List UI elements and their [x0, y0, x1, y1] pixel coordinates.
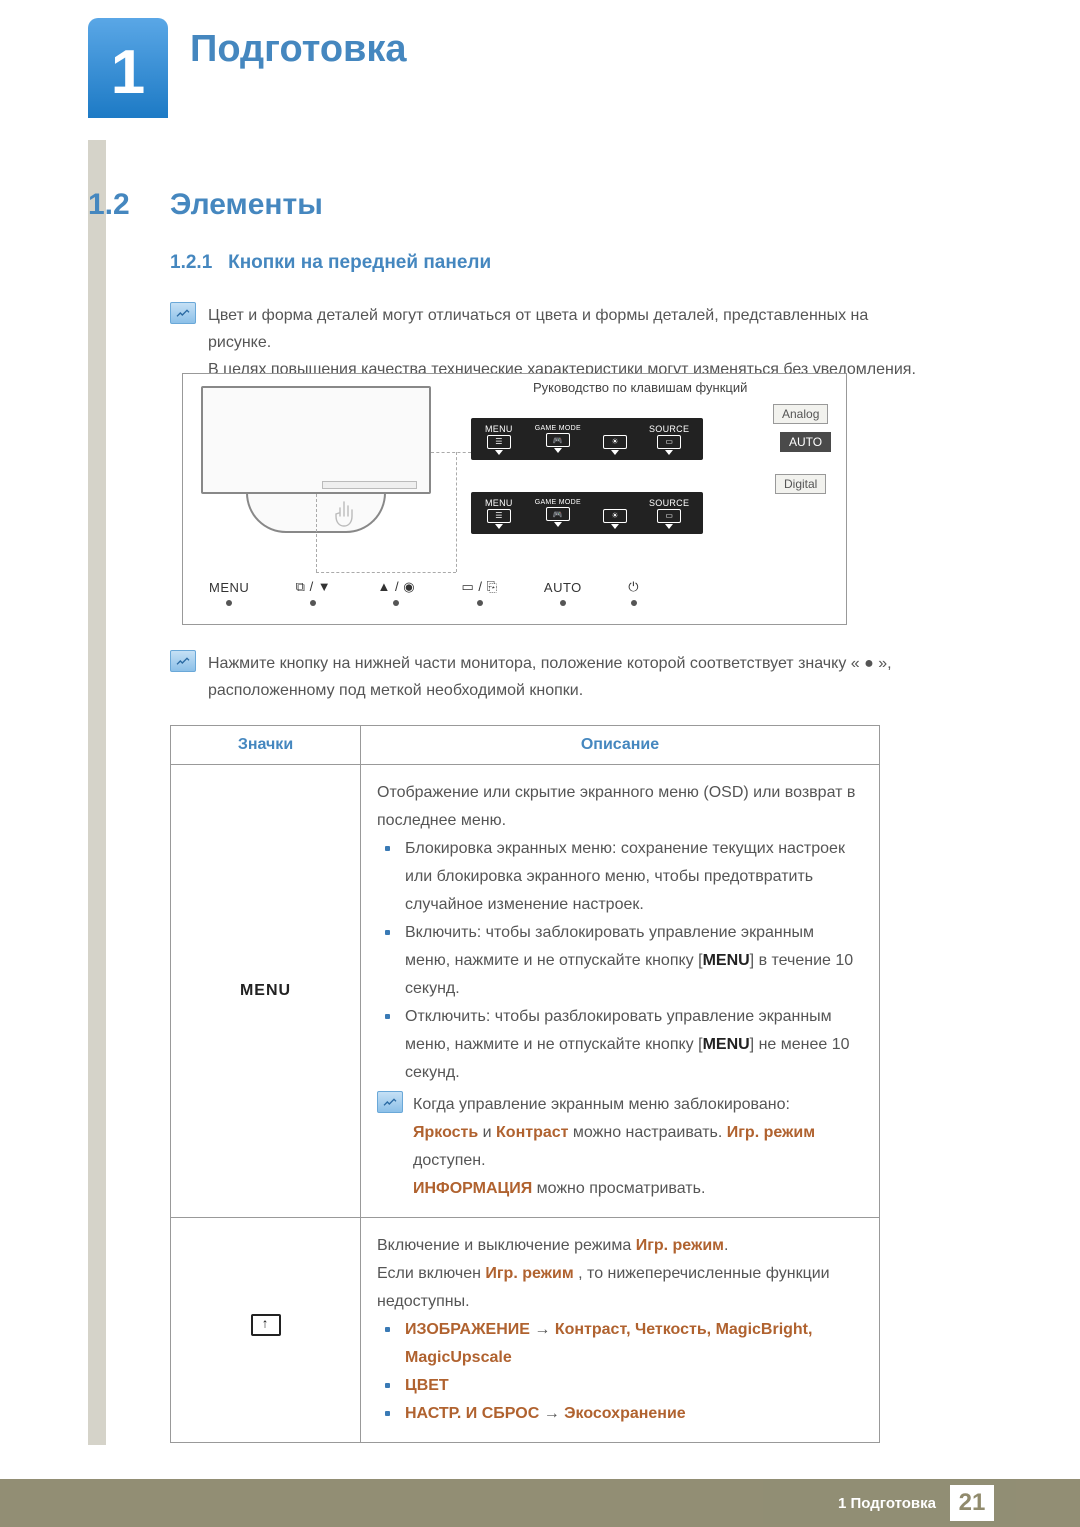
- guide-line: [431, 452, 471, 453]
- subsection-heading: 1.2.1 Кнопки на передней панели: [170, 252, 491, 274]
- chapter-number: 1: [111, 37, 145, 108]
- note-top-line1: Цвет и форма деталей могут отличаться от…: [208, 302, 930, 356]
- menu-icon: ☰: [487, 509, 511, 523]
- osd-row-digital: MENU☰ GAME MODE🎮 ☀ SOURCE▭: [471, 492, 703, 534]
- tag-digital: Digital: [775, 474, 826, 494]
- guide-line: [456, 452, 457, 572]
- osd-game-label: GAME MODE: [535, 499, 581, 506]
- monitor-screen: [201, 386, 431, 494]
- note-bottom: Нажмите кнопку на нижней части монитора,…: [170, 650, 930, 704]
- icon-cell-menu: MENU: [171, 765, 361, 1218]
- osd-blank: [614, 498, 617, 508]
- guide-line: [316, 494, 317, 572]
- table-row: Включение и выключение режима Игр. режим…: [171, 1218, 880, 1443]
- btn-power: ⏻: [628, 580, 639, 606]
- row1-bullet2: Включить: чтобы заблокировать управление…: [377, 919, 863, 1003]
- icon-cell-game: [171, 1218, 361, 1443]
- menu-icon: ☰: [487, 435, 511, 449]
- note-bottom-text: Нажмите кнопку на нижней части монитора,…: [208, 650, 930, 704]
- chapter-title: Подготовка: [190, 28, 407, 71]
- desc-cell-game: Включение и выключение режима Игр. режим…: [361, 1218, 880, 1443]
- btn-source: ▭ / ⎘: [461, 580, 497, 606]
- diagram-guide-label: Руководство по клавишам функций: [533, 380, 747, 395]
- row1-bullet1: Блокировка экранных меню: сохранение тек…: [377, 835, 863, 919]
- osd-game-label: GAME MODE: [535, 425, 581, 432]
- table-header-row: Значки Описание: [171, 726, 880, 765]
- btn-menu: MENU: [209, 580, 249, 606]
- note-top: Цвет и форма деталей могут отличаться от…: [170, 302, 930, 384]
- subsection-title: Кнопки на передней панели: [228, 252, 491, 273]
- source-icon: ▭: [657, 435, 681, 449]
- th-icons: Значки: [171, 726, 361, 765]
- tag-analog: Analog: [773, 404, 828, 424]
- gamepad-icon: 🎮: [546, 433, 570, 447]
- footer-page-number: 21: [950, 1485, 994, 1521]
- btn-auto: AUTO: [544, 580, 582, 606]
- table-row: MENU Отображение или скрытие экранного м…: [171, 765, 880, 1218]
- note-icon: [170, 650, 196, 672]
- tag-auto: AUTO: [780, 432, 831, 452]
- monitor-button-strip: [322, 481, 417, 489]
- row1-p1: Отображение или скрытие экранного меню (…: [377, 779, 863, 835]
- chapter-tab: 1: [88, 18, 168, 118]
- row2-bullet1: ИЗОБРАЖЕНИЕ → Контраст, Четкость, MagicB…: [377, 1316, 863, 1372]
- subsection-number: 1.2.1: [170, 252, 212, 273]
- front-panel-diagram: Руководство по клавишам функций MENU☰ GA…: [182, 373, 847, 625]
- osd-menu-label: MENU: [485, 424, 513, 434]
- th-desc: Описание: [361, 726, 880, 765]
- page-footer: 1 Подготовка 21: [0, 1479, 1080, 1527]
- row1-note-line1: Яркость и Контраст можно настраивать. Иг…: [413, 1119, 863, 1175]
- section-number: 1.2: [88, 188, 130, 222]
- row2-bullet2: ЦВЕТ: [377, 1372, 863, 1400]
- row1-note-intro: Когда управление экранным меню заблокиро…: [413, 1091, 863, 1119]
- section-title: Элементы: [170, 188, 323, 222]
- panel-buttons-row: MENU ⧉ / ▼ ▲ / ◉ ▭ / ⎘ AUTO ⏻: [209, 580, 639, 606]
- desc-cell-menu: Отображение или скрытие экранного меню (…: [361, 765, 880, 1218]
- brightness-icon: ☀: [603, 509, 627, 523]
- row1-note-line2: ИНФОРМАЦИЯ можно просматривать.: [413, 1175, 863, 1203]
- row1-bullet3: Отключить: чтобы разблокировать управлен…: [377, 1003, 863, 1087]
- note-icon: [170, 302, 196, 324]
- btn-volume: ⧉ / ▼: [296, 580, 331, 606]
- hand-icon: [331, 500, 359, 539]
- osd-menu-label: MENU: [485, 498, 513, 508]
- row2-p1: Включение и выключение режима Игр. режим…: [377, 1232, 863, 1260]
- note-icon: [377, 1091, 403, 1113]
- osd-blank: [614, 424, 617, 434]
- source-icon: ▭: [657, 509, 681, 523]
- gamepad-icon: 🎮: [546, 507, 570, 521]
- osd-source-label: SOURCE: [649, 498, 689, 508]
- osd-row-analog: MENU☰ GAME MODE🎮 ☀ SOURCE▭: [471, 418, 703, 460]
- game-mode-icon: [251, 1314, 281, 1336]
- row1-inline-note: Когда управление экранным меню заблокиро…: [377, 1091, 863, 1203]
- row2-bullet3: НАСТР. И СБРОС → Экосохранение: [377, 1400, 863, 1428]
- brightness-icon: ☀: [603, 435, 627, 449]
- footer-text: 1 Подготовка: [838, 1495, 936, 1512]
- osd-source-label: SOURCE: [649, 424, 689, 434]
- side-stripe: [88, 140, 106, 1445]
- note-top-text: Цвет и форма деталей могут отличаться от…: [208, 302, 930, 384]
- row2-p2: Если включен Игр. режим , то нижеперечис…: [377, 1260, 863, 1316]
- guide-line: [316, 572, 456, 573]
- icons-table: Значки Описание MENU Отображение или скр…: [170, 725, 880, 1443]
- row1-note-body: Когда управление экранным меню заблокиро…: [413, 1091, 863, 1203]
- btn-up: ▲ / ◉: [378, 580, 416, 606]
